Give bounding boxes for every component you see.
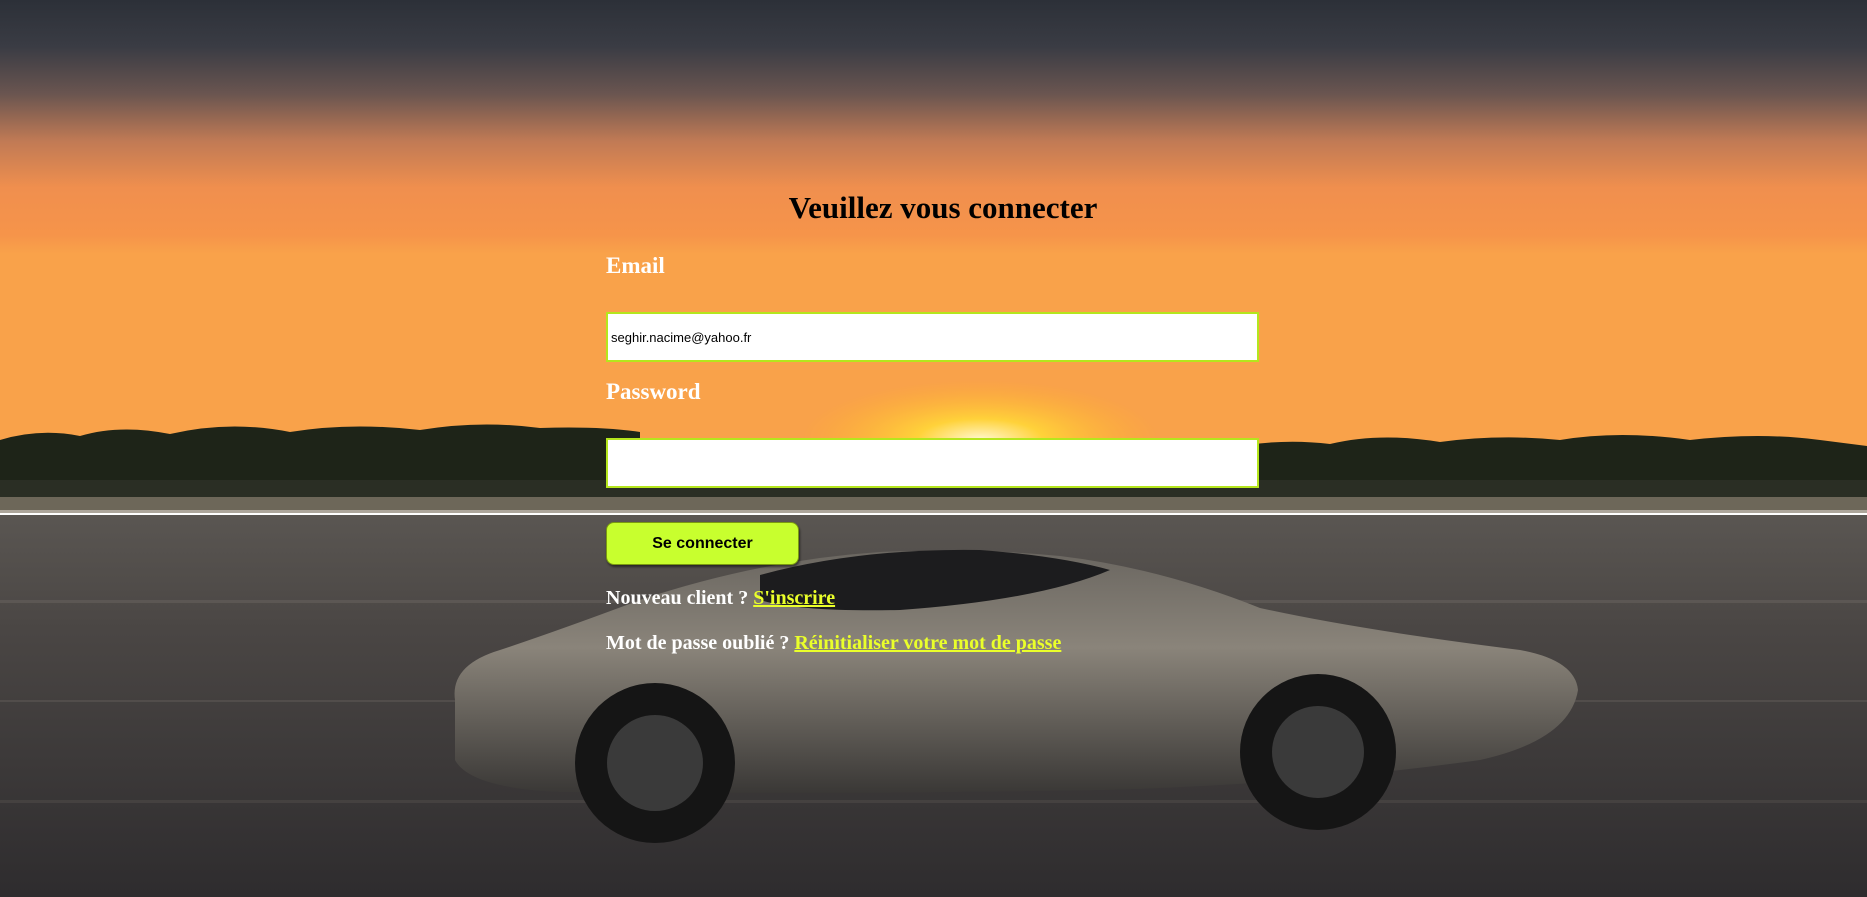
password-field[interactable] [606, 438, 1259, 488]
reset-prompt: Mot de passe oublié ? [606, 632, 795, 654]
reset-password-link[interactable]: Réinitialiser votre mot de passe [794, 632, 1061, 654]
password-label: Password [606, 379, 701, 404]
email-field[interactable] [606, 312, 1259, 362]
login-button[interactable]: Se connecter [606, 522, 799, 565]
signup-prompt: Nouveau client ? [606, 587, 754, 609]
email-label: Email [606, 253, 665, 278]
page-title: Veuillez vous connecter [788, 190, 1098, 225]
signup-link[interactable]: S'inscrire [753, 587, 835, 609]
reset-password-line: Mot de passe oublié ? Réinitialiser votr… [606, 631, 1061, 655]
signup-line: Nouveau client ? S'inscrire [606, 586, 835, 610]
